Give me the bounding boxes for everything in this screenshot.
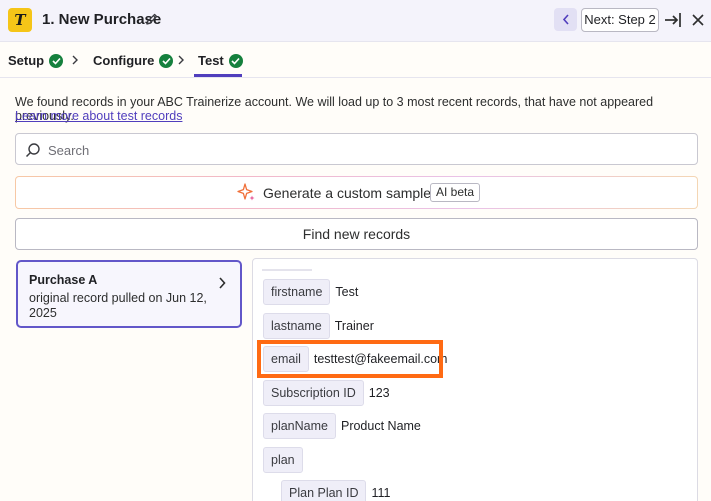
- tab-test[interactable]: Test: [198, 53, 243, 68]
- field-key: Subscription ID: [263, 380, 364, 406]
- tab-label: Configure: [93, 53, 155, 68]
- collapse-panel-icon[interactable]: [664, 10, 682, 30]
- pencil-edit-icon[interactable]: [145, 12, 159, 26]
- field-value: Trainer: [334, 319, 374, 333]
- search-icon: [25, 143, 40, 158]
- step-tabs: Setup Configure Test: [0, 42, 711, 78]
- field-value: 111: [371, 486, 391, 500]
- app-logo-icon: T: [8, 8, 32, 32]
- field-row: firstname Test: [263, 279, 358, 305]
- field-row-nested: Plan Plan ID 111: [281, 480, 391, 501]
- tab-configure[interactable]: Configure: [93, 53, 174, 68]
- tab-label: Test: [198, 53, 224, 68]
- learn-more-link[interactable]: Learn more about test records: [15, 109, 182, 123]
- field-row: email testtest@fakeemail.com: [263, 346, 447, 372]
- search-input[interactable]: Search: [48, 143, 89, 158]
- previous-step-button[interactable]: [554, 8, 577, 31]
- tab-setup[interactable]: Setup: [8, 53, 64, 68]
- field-row: plan: [263, 447, 303, 473]
- field-row: lastname Trainer: [263, 313, 374, 339]
- generate-sample-label: Generate a custom sample: [263, 185, 432, 201]
- generate-sample-button[interactable]: Generate a custom sample AI beta: [15, 176, 698, 209]
- generate-sample-inner: Generate a custom sample AI beta: [16, 177, 697, 208]
- record-fields-panel[interactable]: firstname Test lastname Trainer email te…: [252, 258, 698, 501]
- field-key: email: [263, 346, 309, 372]
- record-title: Purchase A: [29, 273, 98, 287]
- close-icon[interactable]: [691, 12, 705, 28]
- search-box[interactable]: Search: [15, 133, 698, 165]
- check-circle-icon: [159, 53, 174, 68]
- field-key: lastname: [263, 313, 330, 339]
- field-value: 123: [368, 386, 390, 400]
- field-row: Subscription ID 123: [263, 380, 390, 406]
- find-new-records-button[interactable]: Find new records: [15, 218, 698, 250]
- field-value: testtest@fakeemail.com: [313, 352, 448, 366]
- field-key: plan: [263, 447, 303, 473]
- check-circle-icon: [49, 53, 64, 68]
- next-step-button[interactable]: Next: Step 2: [581, 8, 659, 32]
- scroll-stub: [262, 269, 312, 271]
- field-key: planName: [263, 413, 336, 439]
- check-circle-icon: [228, 53, 243, 68]
- chevron-right-icon: [219, 277, 226, 289]
- tab-label: Setup: [8, 53, 45, 68]
- record-subtitle: original record pulled on Jun 12, 2025: [29, 291, 207, 320]
- record-card-purchase-a[interactable]: Purchase A original record pulled on Jun…: [16, 260, 242, 328]
- chevron-right-icon: [178, 55, 184, 65]
- top-bar: T 1. New Purchase Next: Step 2: [0, 0, 711, 42]
- step-title[interactable]: 1. New Purchase: [42, 11, 161, 28]
- sparkle-icon: [237, 183, 255, 201]
- field-value: Test: [335, 285, 359, 299]
- active-tab-indicator: [194, 74, 242, 77]
- field-key: firstname: [263, 279, 331, 305]
- field-row: planName Product Name: [263, 413, 421, 439]
- chevron-right-icon: [72, 55, 78, 65]
- ai-beta-badge: AI beta: [430, 183, 481, 202]
- field-value: Product Name: [340, 419, 421, 433]
- field-key: Plan Plan ID: [281, 480, 367, 501]
- chevron-left-icon: [562, 14, 569, 25]
